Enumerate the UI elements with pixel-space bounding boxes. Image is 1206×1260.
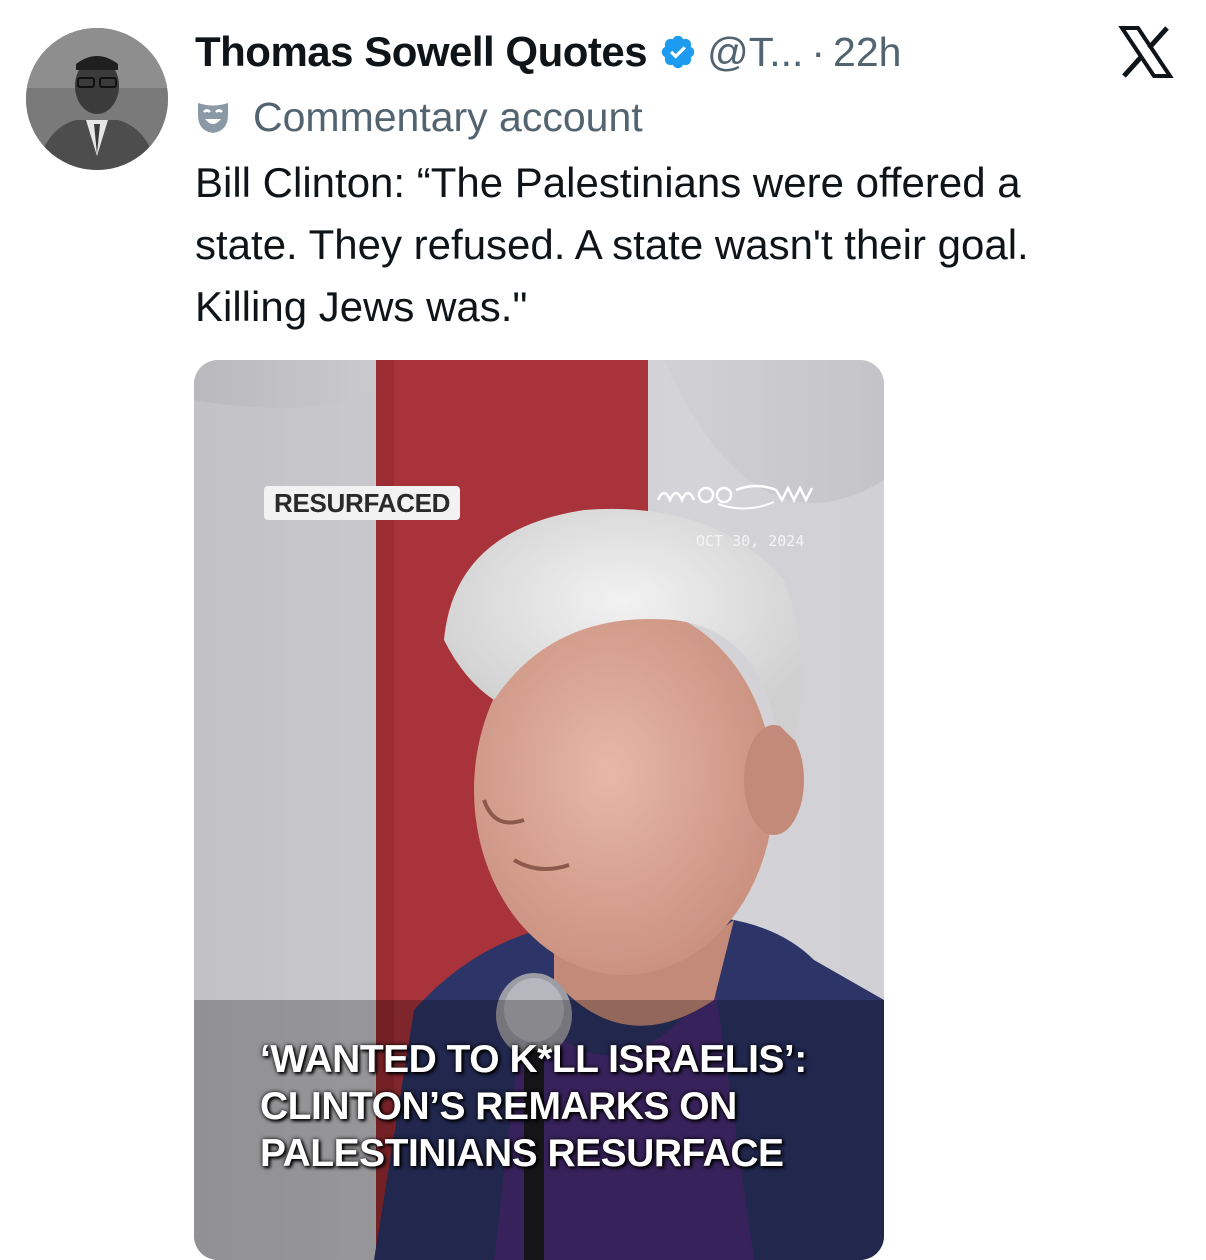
- tweet-text: Bill Clinton: “The Palestinians were off…: [195, 159, 1029, 330]
- tweet-media-video[interactable]: RESURFACED OCT 30, 2024 ‘WANTED TO K*LL …: [194, 360, 884, 1260]
- tweet-header: Thomas Sowell Quotes @T... · 22h: [195, 22, 901, 82]
- author-avatar[interactable]: [26, 28, 168, 170]
- account-label-text: Commentary account: [253, 93, 643, 140]
- account-label[interactable]: Commentary account: [195, 90, 643, 144]
- resurfaced-badge: RESURFACED: [264, 486, 461, 520]
- commentary-mask-icon: [195, 99, 231, 135]
- video-date: OCT 30, 2024: [696, 532, 805, 550]
- avatar-photo: [26, 28, 168, 170]
- author-display-name[interactable]: Thomas Sowell Quotes: [195, 28, 648, 76]
- author-handle[interactable]: @T...: [707, 29, 803, 76]
- verified-badge-icon: [659, 33, 697, 71]
- x-logo-icon: [1118, 26, 1174, 78]
- video-caption: ‘WANTED TO K*LL ISRAELIS’: CLINTON’S REM…: [260, 1038, 807, 1175]
- mea-wave-logo-icon: [656, 480, 816, 510]
- tweet-timestamp[interactable]: 22h: [833, 29, 901, 76]
- separator-dot: ·: [811, 28, 826, 75]
